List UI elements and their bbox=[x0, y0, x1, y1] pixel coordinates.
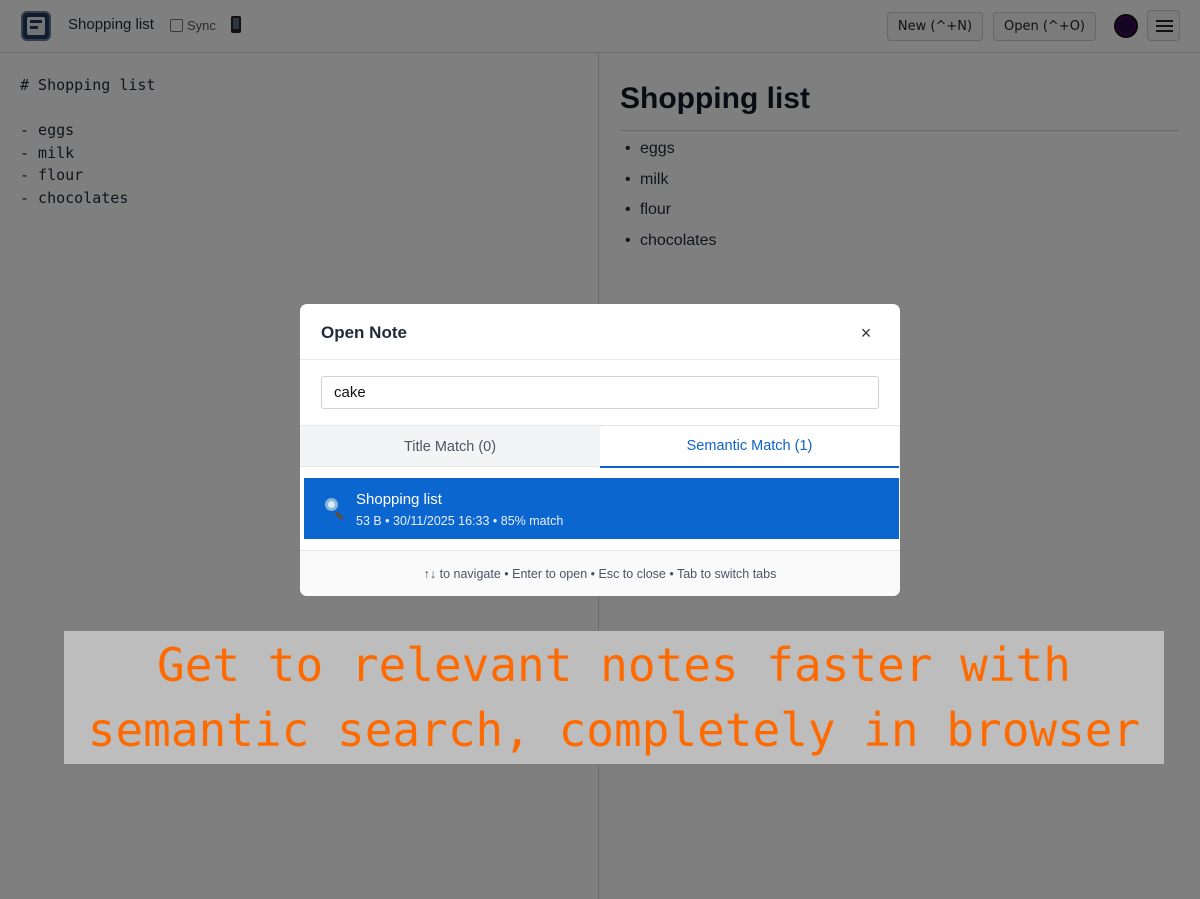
magnifier-icon bbox=[324, 497, 344, 520]
promo-banner: Get to relevant notes faster with semant… bbox=[64, 631, 1164, 764]
open-note-dialog: Open Note × Title Match (0) Semantic Mat… bbox=[300, 304, 900, 596]
close-icon[interactable]: × bbox=[856, 323, 876, 343]
banner-line-2: semantic search, completely in browser bbox=[87, 703, 1141, 757]
dialog-header: Open Note × bbox=[300, 304, 900, 360]
dialog-title: Open Note bbox=[321, 323, 407, 342]
match-tabs: Title Match (0) Semantic Match (1) bbox=[300, 425, 900, 468]
banner-line-1: Get to relevant notes faster with bbox=[157, 638, 1071, 692]
search-input[interactable] bbox=[321, 376, 879, 409]
tab-semantic-match[interactable]: Semantic Match (1) bbox=[600, 426, 899, 468]
result-item[interactable]: Shopping list 53 B • 30/11/2025 16:33 • … bbox=[304, 478, 899, 539]
keyboard-hints: ↑↓ to navigate • Enter to open • Esc to … bbox=[300, 550, 900, 596]
tab-title-match[interactable]: Title Match (0) bbox=[300, 426, 600, 468]
result-title: Shopping list bbox=[356, 491, 442, 508]
result-meta: 53 B • 30/11/2025 16:33 • 85% match bbox=[356, 514, 564, 528]
